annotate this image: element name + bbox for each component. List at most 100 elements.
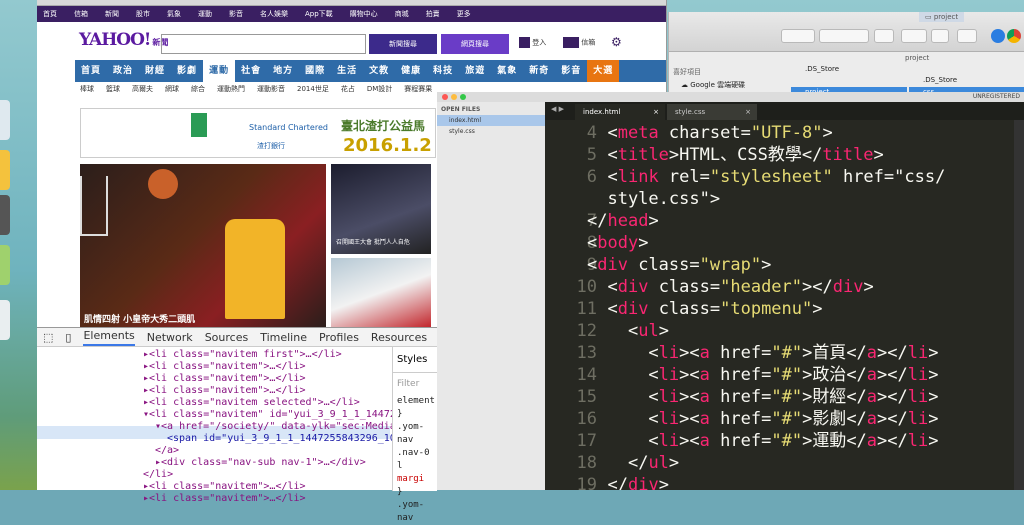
code-line[interactable]: <li><a href="#">影劇</a></li>: [587, 408, 938, 430]
arrange-button[interactable]: [874, 29, 894, 43]
menu-item[interactable]: 社會: [235, 60, 267, 82]
submenu-item[interactable]: DM設計: [367, 84, 392, 94]
yahoo-nav-item[interactable]: 拍賣: [426, 9, 440, 19]
web-search-button[interactable]: 網頁搜尋: [441, 34, 509, 54]
device-icon[interactable]: ▯: [65, 331, 71, 344]
tab-index-html[interactable]: index.html ×: [575, 104, 665, 120]
search-input[interactable]: [161, 34, 366, 54]
tab-profiles[interactable]: Profiles: [319, 331, 359, 344]
tab-elements[interactable]: Elements: [83, 329, 135, 346]
submenu-item[interactable]: 賽程賽果: [404, 84, 432, 94]
close-icon[interactable]: [442, 94, 448, 100]
yahoo-nav-item[interactable]: 新聞: [105, 9, 119, 19]
view-toggle[interactable]: [819, 29, 869, 43]
dom-node-row[interactable]: ▾<a href="/society/" data-ylk="sec:Media…: [155, 421, 402, 433]
tab-nav-arrows[interactable]: ◀ ▶: [551, 105, 564, 113]
sidebar-item-google-drive[interactable]: ☁ Google 雲端硬碟: [681, 80, 745, 90]
menu-item[interactable]: 國際: [299, 60, 331, 82]
safari-icon[interactable]: [991, 29, 1005, 43]
menu-item[interactable]: 地方: [267, 60, 299, 82]
dom-node-row[interactable]: ▸<li class="navitem selected">…</li>: [143, 397, 360, 409]
dom-node-row[interactable]: ▸<li class="navitem">…</li>: [143, 385, 306, 397]
dock-item[interactable]: [0, 245, 10, 285]
styles-filter-input[interactable]: Filter: [393, 373, 437, 395]
menu-item[interactable]: 旅遊: [459, 60, 491, 82]
dom-node-row[interactable]: </a>: [155, 445, 179, 457]
yahoo-nav-item[interactable]: 購物中心: [350, 9, 378, 19]
dom-node-row[interactable]: </li>: [143, 469, 173, 481]
submenu-item[interactable]: 綜合: [191, 84, 205, 94]
dock-item[interactable]: [0, 150, 10, 190]
minimize-icon[interactable]: [451, 94, 457, 100]
dock-item[interactable]: [0, 195, 10, 235]
chrome-icon[interactable]: [1007, 29, 1021, 43]
dom-node-row[interactable]: ▸<li class="navitem">…</li>: [143, 493, 306, 505]
dock-item[interactable]: [0, 300, 10, 340]
side-news-image-2[interactable]: [331, 258, 431, 327]
submenu-item[interactable]: 高爾夫: [132, 84, 153, 94]
menu-item[interactable]: 政治: [107, 60, 139, 82]
menu-item[interactable]: 新奇: [523, 60, 555, 82]
yahoo-nav-item[interactable]: 更多: [457, 9, 471, 19]
gear-icon[interactable]: ⚙: [611, 35, 622, 49]
open-file-index[interactable]: index.html: [437, 115, 545, 126]
code-line[interactable]: <li><a href="#">首頁</a></li>: [587, 342, 938, 364]
yahoo-nav-item[interactable]: 商城: [395, 9, 409, 19]
code-line[interactable]: <body>: [587, 232, 648, 254]
login-link[interactable]: 登入: [519, 37, 546, 48]
action-button[interactable]: [901, 29, 927, 43]
code-line[interactable]: </head>: [587, 210, 659, 232]
finder-tab[interactable]: ▭ project: [919, 12, 965, 22]
dom-node-row[interactable]: <span id="yui_3_9_1_1_1447255843296_10: [167, 433, 396, 445]
dom-node-row[interactable]: ▸<li class="navitem">…</li>: [143, 361, 306, 373]
submenu-item[interactable]: 網球: [165, 84, 179, 94]
yahoo-nav-item[interactable]: 運動: [198, 9, 212, 19]
back-forward-button[interactable]: [781, 29, 815, 43]
open-file-style[interactable]: style.css: [437, 126, 545, 137]
code-line[interactable]: </ul>: [587, 452, 679, 474]
submenu-item[interactable]: 花占: [341, 84, 355, 94]
yahoo-nav-item[interactable]: App下載: [305, 9, 333, 19]
menu-item[interactable]: 影劇: [171, 60, 203, 82]
code-line[interactable]: <link rel="stylesheet" href="css/: [587, 166, 945, 188]
dom-node-row[interactable]: ▾<li class="navitem" id="yui_3_9_1_1_144…: [143, 409, 402, 421]
hero-caption[interactable]: 肌情四射 小皇帝大秀二頭肌: [84, 312, 195, 325]
close-tab-icon[interactable]: ×: [653, 104, 659, 120]
tag-button[interactable]: [957, 29, 977, 43]
menu-item[interactable]: 健康: [395, 60, 427, 82]
yahoo-nav-item[interactable]: 信箱: [74, 9, 88, 19]
submenu-item[interactable]: 運動影音: [257, 84, 285, 94]
submenu-item[interactable]: 運動熱門: [217, 84, 245, 94]
tab-style-css[interactable]: style.css ×: [667, 104, 757, 120]
tab-sources[interactable]: Sources: [205, 331, 249, 344]
submenu-item[interactable]: 2014世足: [297, 84, 329, 94]
dom-node-row[interactable]: ▸<li class="navitem">…</li>: [143, 481, 306, 493]
menu-item[interactable]: 科技: [427, 60, 459, 82]
mail-link[interactable]: 信箱: [563, 37, 595, 48]
code-line[interactable]: style.css">: [587, 188, 720, 210]
menu-item[interactable]: 財經: [139, 60, 171, 82]
code-line[interactable]: <div class="wrap">: [587, 254, 771, 276]
yahoo-nav-item[interactable]: 股市: [136, 9, 150, 19]
code-line[interactable]: <li><a href="#">運動</a></li>: [587, 430, 938, 452]
finder-item-ds-store[interactable]: .DS_Store: [923, 76, 957, 84]
inspect-icon[interactable]: ⬚: [43, 331, 53, 344]
code-line[interactable]: <ul>: [587, 320, 669, 342]
menu-item[interactable]: 首頁: [75, 60, 107, 82]
yahoo-logo[interactable]: YAHOO! 新聞: [79, 30, 168, 50]
maximize-icon[interactable]: [460, 94, 466, 100]
minimap[interactable]: [1014, 120, 1024, 490]
code-line[interactable]: <meta charset="UTF-8">: [587, 122, 832, 144]
menu-item[interactable]: 運動: [203, 60, 236, 82]
side-news-image-1[interactable]: 召開國王大會 批鬥人人自危: [331, 164, 431, 254]
code-line[interactable]: <li><a href="#">政治</a></li>: [587, 364, 938, 386]
dock-item[interactable]: [0, 100, 10, 140]
finder-item-ds-store-2[interactable]: .DS_Store: [805, 65, 839, 73]
yahoo-nav-item[interactable]: 名人娛樂: [260, 9, 288, 19]
menu-item[interactable]: 大選: [587, 60, 620, 82]
close-tab-icon[interactable]: ×: [745, 104, 751, 120]
ad-banner[interactable]: Standard Chartered 渣打銀行 臺北渣打公益馬 2016.1.2: [80, 108, 436, 158]
tab-timeline[interactable]: Timeline: [260, 331, 307, 344]
code-line[interactable]: <div class="header"></div>: [587, 276, 873, 298]
tab-network[interactable]: Network: [147, 331, 193, 344]
